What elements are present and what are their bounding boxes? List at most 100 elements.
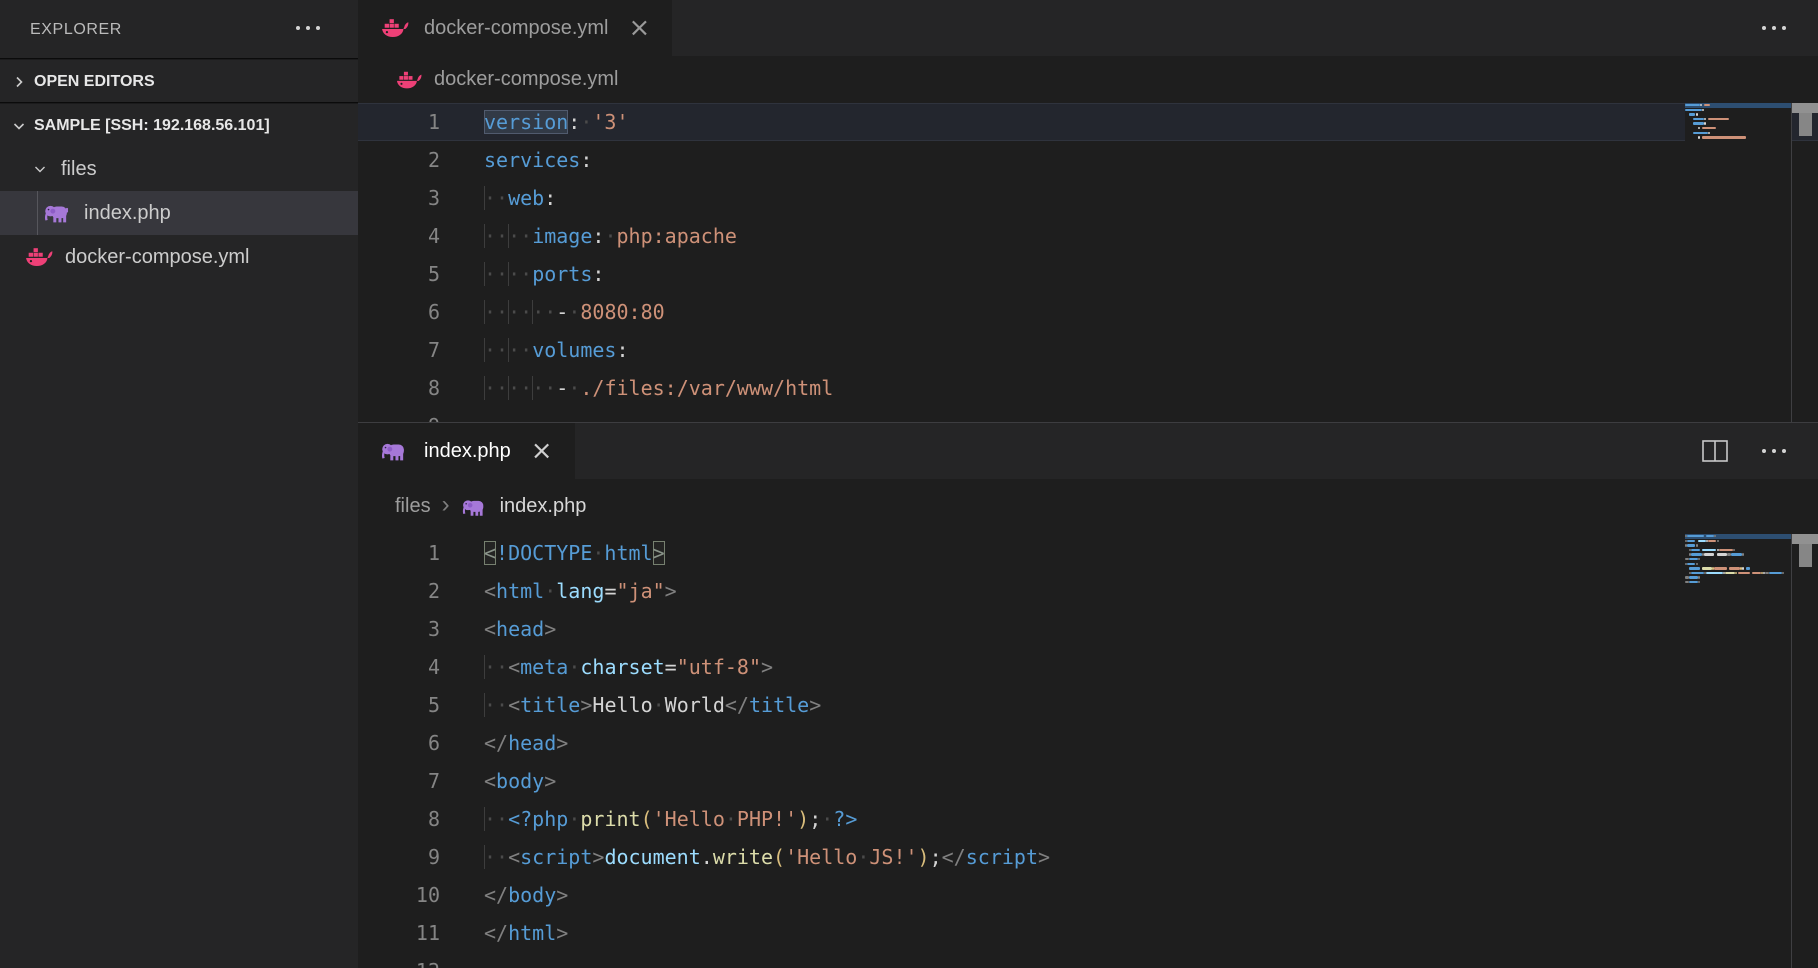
minimap[interactable] [1685,103,1791,422]
more-actions-icon[interactable] [1762,449,1786,453]
code-line[interactable]: 8 ······-·./files:/var/www/html [358,369,1818,407]
breadcrumb-item[interactable]: docker-compose.yml [434,68,619,91]
line-number: 10 [358,876,440,914]
scrollbar-cap[interactable] [1792,534,1818,544]
line-number: 9 [358,838,440,876]
code-text: ····ports: [484,255,604,293]
code-text: <html·lang="ja"> [484,572,677,610]
line-number: 9 [358,407,440,422]
code-line[interactable]: 1 <!DOCTYPE·html> [358,534,1818,572]
close-icon[interactable]: × [629,15,651,41]
code-line[interactable]: 4··<meta·charset="utf-8"> [358,648,1818,686]
code-text: ····volumes: [484,331,629,369]
breadcrumb: docker-compose.yml [358,56,1818,103]
breadcrumb-separator-icon: › [442,491,450,519]
scrollbar-thumb[interactable] [1799,544,1812,567]
sidebar-title: EXPLORER [30,21,122,39]
code-text: version:·'3' [484,103,629,141]
tree-item-label: index.php [84,202,171,225]
docker-icon [395,68,425,92]
line-number: 1 [358,534,440,572]
code-text: ····image:·php:apache [484,217,737,255]
section-workspace[interactable]: SAMPLE [SSH: 192.168.56.101] [0,103,358,147]
line-number: 12 [358,952,440,968]
code-text: ··<?php·print('Hello·PHP!');·?> [484,800,857,838]
tab-index-php[interactable]: index.php × [358,423,575,479]
code-text: </body> [484,876,568,914]
vscode-window: EXPLORER OPEN EDITORS SAMPLE [SSH: 192.1… [0,0,1818,968]
line-number: 4 [358,648,440,686]
code-editor[interactable]: 1 version:·'3' 2 services:3··web:4 ····image… [358,103,1818,422]
more-actions-icon[interactable] [1762,26,1786,30]
code-line[interactable]: 2 <html·lang="ja"> [358,572,1818,610]
php-icon [461,495,491,519]
line-number: 5 [358,686,440,724]
section-open-editors[interactable]: OPEN EDITORS [0,59,358,103]
vertical-scrollbar[interactable] [1791,534,1818,968]
php-icon [380,438,412,464]
vertical-scrollbar[interactable] [1791,103,1818,422]
breadcrumb: files › index.php [358,479,1818,534]
section-label: SAMPLE [SSH: 192.168.56.101] [34,117,270,135]
code-line[interactable]: 6</head> [358,724,1818,762]
code-line[interactable]: 11</html> [358,914,1818,952]
explorer-sidebar: EXPLORER OPEN EDITORS SAMPLE [SSH: 192.1… [0,0,358,968]
tree-item-index-php[interactable]: index.php [0,191,358,235]
line-number: 2 [358,141,440,179]
breadcrumb-item[interactable]: files [395,495,431,518]
editor-actions [1702,423,1818,479]
editor-group-bottom: index.php × files › [358,422,1818,968]
code-line[interactable]: 1 version:·'3' [358,103,1818,141]
section-label: OPEN EDITORS [34,73,155,91]
code-line[interactable]: 7····volumes: [358,331,1818,369]
minimap[interactable] [1685,534,1791,968]
code-text: ··<title>Hello·World</title> [484,686,821,724]
line-number: 6 [358,293,440,331]
split-editor-icon[interactable] [1702,440,1728,462]
sidebar-header: EXPLORER [0,0,358,59]
tree-item-label: files [61,158,97,181]
code-line[interactable]: 4 ····image:·php:apache [358,217,1818,255]
breadcrumb-item[interactable]: index.php [500,495,587,518]
code-line[interactable]: 9··<script>document.write('Hello·JS!');<… [358,838,1818,876]
line-number: 3 [358,179,440,217]
code-line[interactable]: 2 services: [358,141,1818,179]
line-number: 11 [358,914,440,952]
code-line[interactable]: 7<body> [358,762,1818,800]
scrollbar-cap[interactable] [1792,103,1818,113]
scrollbar-thumb[interactable] [1799,113,1812,136]
tree-item-files[interactable]: files [0,147,358,191]
code-text: ······-·8080:80 [484,293,665,331]
tab-bar: index.php × [358,423,1818,479]
code-line[interactable]: 10 </body> [358,876,1818,914]
docker-icon [24,244,56,270]
line-number: 4 [358,217,440,255]
chevron-down-icon [31,160,49,178]
more-actions-icon[interactable] [296,26,320,30]
line-number: 1 [358,103,440,141]
code-line[interactable]: 6 ······-·8080:80 [358,293,1818,331]
code-line[interactable]: 3<head> [358,610,1818,648]
editor-actions [1762,0,1818,56]
code-text: services: [484,141,592,179]
code-line[interactable]: 12 [358,952,1818,968]
close-icon[interactable]: × [531,438,553,464]
code-line[interactable]: 3··web: [358,179,1818,217]
code-text: <body> [484,762,556,800]
tree-item-docker-compose[interactable]: docker-compose.yml [0,235,358,279]
code-line[interactable]: 8··<?php·print('Hello·PHP!');·?> [358,800,1818,838]
tab-label: index.php [424,440,511,463]
tree-item-label: docker-compose.yml [65,246,250,269]
line-number: 2 [358,572,440,610]
code-line[interactable]: 9 [358,407,1818,422]
code-editor[interactable]: 1 <!DOCTYPE·html> 2 <html·lang="ja">3<head>… [358,534,1818,968]
code-text: ······-·./files:/var/www/html [484,369,833,407]
code-text: <!DOCTYPE·html> [484,534,665,572]
line-number: 8 [358,369,440,407]
tab-docker-compose-yml[interactable]: docker-compose.yml × [358,0,672,56]
chevron-down-icon [10,117,28,135]
code-text: </head> [484,724,568,762]
code-line[interactable]: 5 ··<title>Hello·World</title> [358,686,1818,724]
code-line[interactable]: 5····ports: [358,255,1818,293]
editor-groups: docker-compose.yml × [358,0,1818,968]
